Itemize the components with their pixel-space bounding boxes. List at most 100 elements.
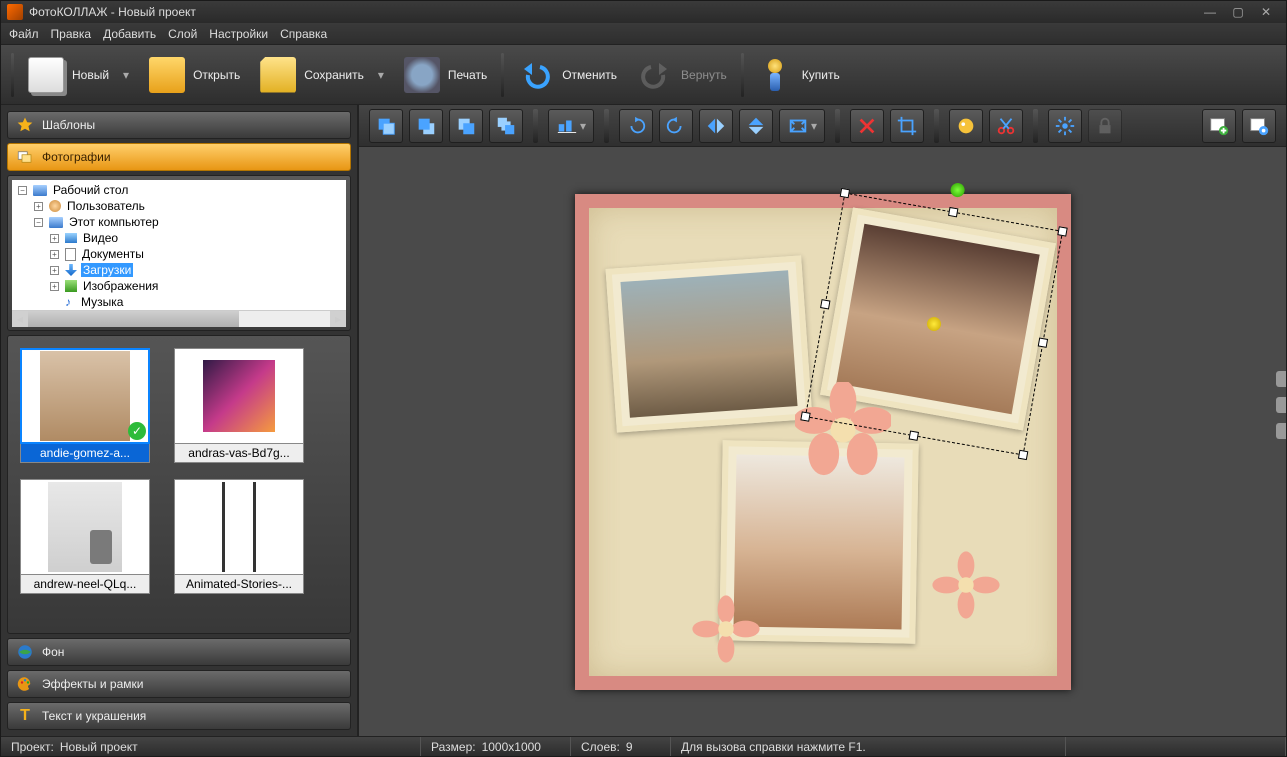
- resize-handle[interactable]: [1057, 226, 1067, 236]
- lock-button[interactable]: [1088, 109, 1122, 143]
- menu-edit[interactable]: Правка: [51, 27, 92, 41]
- status-end: [1066, 737, 1286, 756]
- thumbnail-caption: andras-vas-Bd7g...: [174, 444, 304, 463]
- delete-button[interactable]: [850, 109, 884, 143]
- thumbnail-item[interactable]: ✓ andie-gomez-a...: [20, 348, 150, 463]
- status-layers: Слоев: 9: [571, 737, 671, 756]
- sidebar-background-label: Фон: [42, 645, 64, 659]
- menu-layer[interactable]: Слой: [168, 27, 197, 41]
- flip-horizontal-button[interactable]: [699, 109, 733, 143]
- photo-frame-1[interactable]: [605, 255, 812, 432]
- thumbnail-caption: Animated-Stories-...: [174, 575, 304, 594]
- close-button[interactable]: ✕: [1252, 4, 1280, 20]
- maximize-button[interactable]: ▢: [1224, 4, 1252, 20]
- thumbnail-item[interactable]: Animated-Stories-...: [174, 479, 304, 594]
- flower-decoration[interactable]: [931, 550, 1001, 620]
- key-icon: [758, 57, 794, 93]
- print-button[interactable]: Печать: [394, 53, 497, 97]
- new-button[interactable]: Новый ▾: [18, 53, 139, 97]
- tree-item-computer[interactable]: −Этот компьютер: [34, 214, 344, 230]
- rotate-left-button[interactable]: [619, 109, 653, 143]
- resize-handle[interactable]: [839, 187, 849, 197]
- thumbnail-item[interactable]: andrew-neel-QLq...: [20, 479, 150, 594]
- open-label: Открыть: [193, 68, 240, 82]
- image-settings-button[interactable]: [1242, 109, 1276, 143]
- folder-open-icon: [149, 57, 185, 93]
- menu-file[interactable]: Файл: [9, 27, 39, 41]
- collage-canvas[interactable]: [575, 194, 1071, 690]
- chevron-down-icon: ▾: [123, 68, 129, 82]
- tree-item-video[interactable]: +Видео: [50, 230, 344, 246]
- bring-forward-button[interactable]: [409, 109, 443, 143]
- tree-item-images[interactable]: +Изображения: [50, 278, 344, 294]
- palette-icon: [16, 675, 34, 693]
- redo-label: Вернуть: [681, 68, 727, 82]
- align-button[interactable]: ▾: [548, 109, 594, 143]
- flip-vertical-button[interactable]: [739, 109, 773, 143]
- sidebar-text-label: Текст и украшения: [42, 709, 146, 723]
- flower-decoration[interactable]: [691, 594, 761, 664]
- sidebar-text[interactable]: T Текст и украшения: [7, 702, 351, 730]
- settings-button[interactable]: [1048, 109, 1082, 143]
- menubar: Файл Правка Добавить Слой Настройки Спра…: [1, 23, 1286, 45]
- send-back-button[interactable]: [489, 109, 523, 143]
- thumbnail-image: [203, 360, 275, 432]
- undo-button[interactable]: Отменить: [508, 53, 627, 97]
- sidebar-photos[interactable]: Фотографии: [7, 143, 351, 171]
- minimize-button[interactable]: —: [1196, 4, 1224, 20]
- thumbnail-image: [40, 351, 130, 441]
- window-title: ФотоКОЛЛАЖ - Новый проект: [29, 5, 196, 19]
- menu-add[interactable]: Добавить: [103, 27, 156, 41]
- new-label: Новый: [72, 68, 109, 82]
- edge-tab[interactable]: [1276, 423, 1286, 439]
- app-icon: [7, 4, 23, 20]
- tree-item-user[interactable]: +Пользователь: [34, 198, 344, 214]
- tree-item-desktop[interactable]: −Рабочий стол: [18, 182, 344, 198]
- thumbnail-caption: andrew-neel-QLq...: [20, 575, 150, 594]
- redo-button[interactable]: Вернуть: [627, 53, 737, 97]
- canvas-area: ▾ ▾: [359, 105, 1286, 736]
- tree-item-music[interactable]: ♪Музыка: [50, 294, 344, 310]
- save-label: Сохранить: [304, 68, 364, 82]
- color-button[interactable]: [949, 109, 983, 143]
- thumbnails-pane: ✓ andie-gomez-a... andras-vas-Bd7g... an…: [7, 335, 351, 634]
- send-backward-button[interactable]: [449, 109, 483, 143]
- status-project-label: Проект:: [11, 740, 54, 754]
- scroll-thumb[interactable]: [28, 311, 239, 327]
- photos-icon: [16, 148, 34, 166]
- tree-scrollbar[interactable]: ◂ ▸: [12, 310, 346, 326]
- edge-tab[interactable]: [1276, 397, 1286, 413]
- sidebar-effects-label: Эффекты и рамки: [42, 677, 143, 691]
- statusbar: Проект: Новый проект Размер: 1000x1000 С…: [1, 736, 1286, 756]
- status-help-text: Для вызова справки нажмите F1.: [681, 740, 866, 754]
- add-image-button[interactable]: [1202, 109, 1236, 143]
- sidebar-background[interactable]: Фон: [7, 638, 351, 666]
- rotation-handle[interactable]: [949, 181, 965, 197]
- menu-help[interactable]: Справка: [280, 27, 327, 41]
- buy-label: Купить: [802, 68, 840, 82]
- bring-front-button[interactable]: [369, 109, 403, 143]
- open-button[interactable]: Открыть: [139, 53, 250, 97]
- save-button[interactable]: Сохранить ▾: [250, 53, 394, 97]
- edge-tab[interactable]: [1276, 371, 1286, 387]
- fit-button[interactable]: ▾: [779, 109, 825, 143]
- flower-decoration[interactable]: [795, 382, 891, 478]
- workspace[interactable]: [359, 147, 1286, 736]
- folder-tree[interactable]: −Рабочий стол +Пользователь −Этот компью…: [12, 180, 346, 310]
- thumbnail-item[interactable]: andras-vas-Bd7g...: [174, 348, 304, 463]
- scroll-right-icon[interactable]: ▸: [330, 311, 346, 327]
- undo-label: Отменить: [562, 68, 617, 82]
- scroll-left-icon[interactable]: ◂: [12, 311, 28, 327]
- status-layers-label: Слоев:: [581, 740, 620, 754]
- status-project: Проект: Новый проект: [1, 737, 421, 756]
- rotate-right-button[interactable]: [659, 109, 693, 143]
- menu-settings[interactable]: Настройки: [209, 27, 268, 41]
- crop-button[interactable]: [890, 109, 924, 143]
- tree-item-documents[interactable]: +Документы: [50, 246, 344, 262]
- status-help: Для вызова справки нажмите F1.: [671, 737, 1066, 756]
- sidebar-effects[interactable]: Эффекты и рамки: [7, 670, 351, 698]
- tree-item-downloads[interactable]: +Загрузки: [50, 262, 344, 278]
- buy-button[interactable]: Купить: [748, 53, 850, 97]
- sidebar-templates[interactable]: Шаблоны: [7, 111, 351, 139]
- cut-button[interactable]: [989, 109, 1023, 143]
